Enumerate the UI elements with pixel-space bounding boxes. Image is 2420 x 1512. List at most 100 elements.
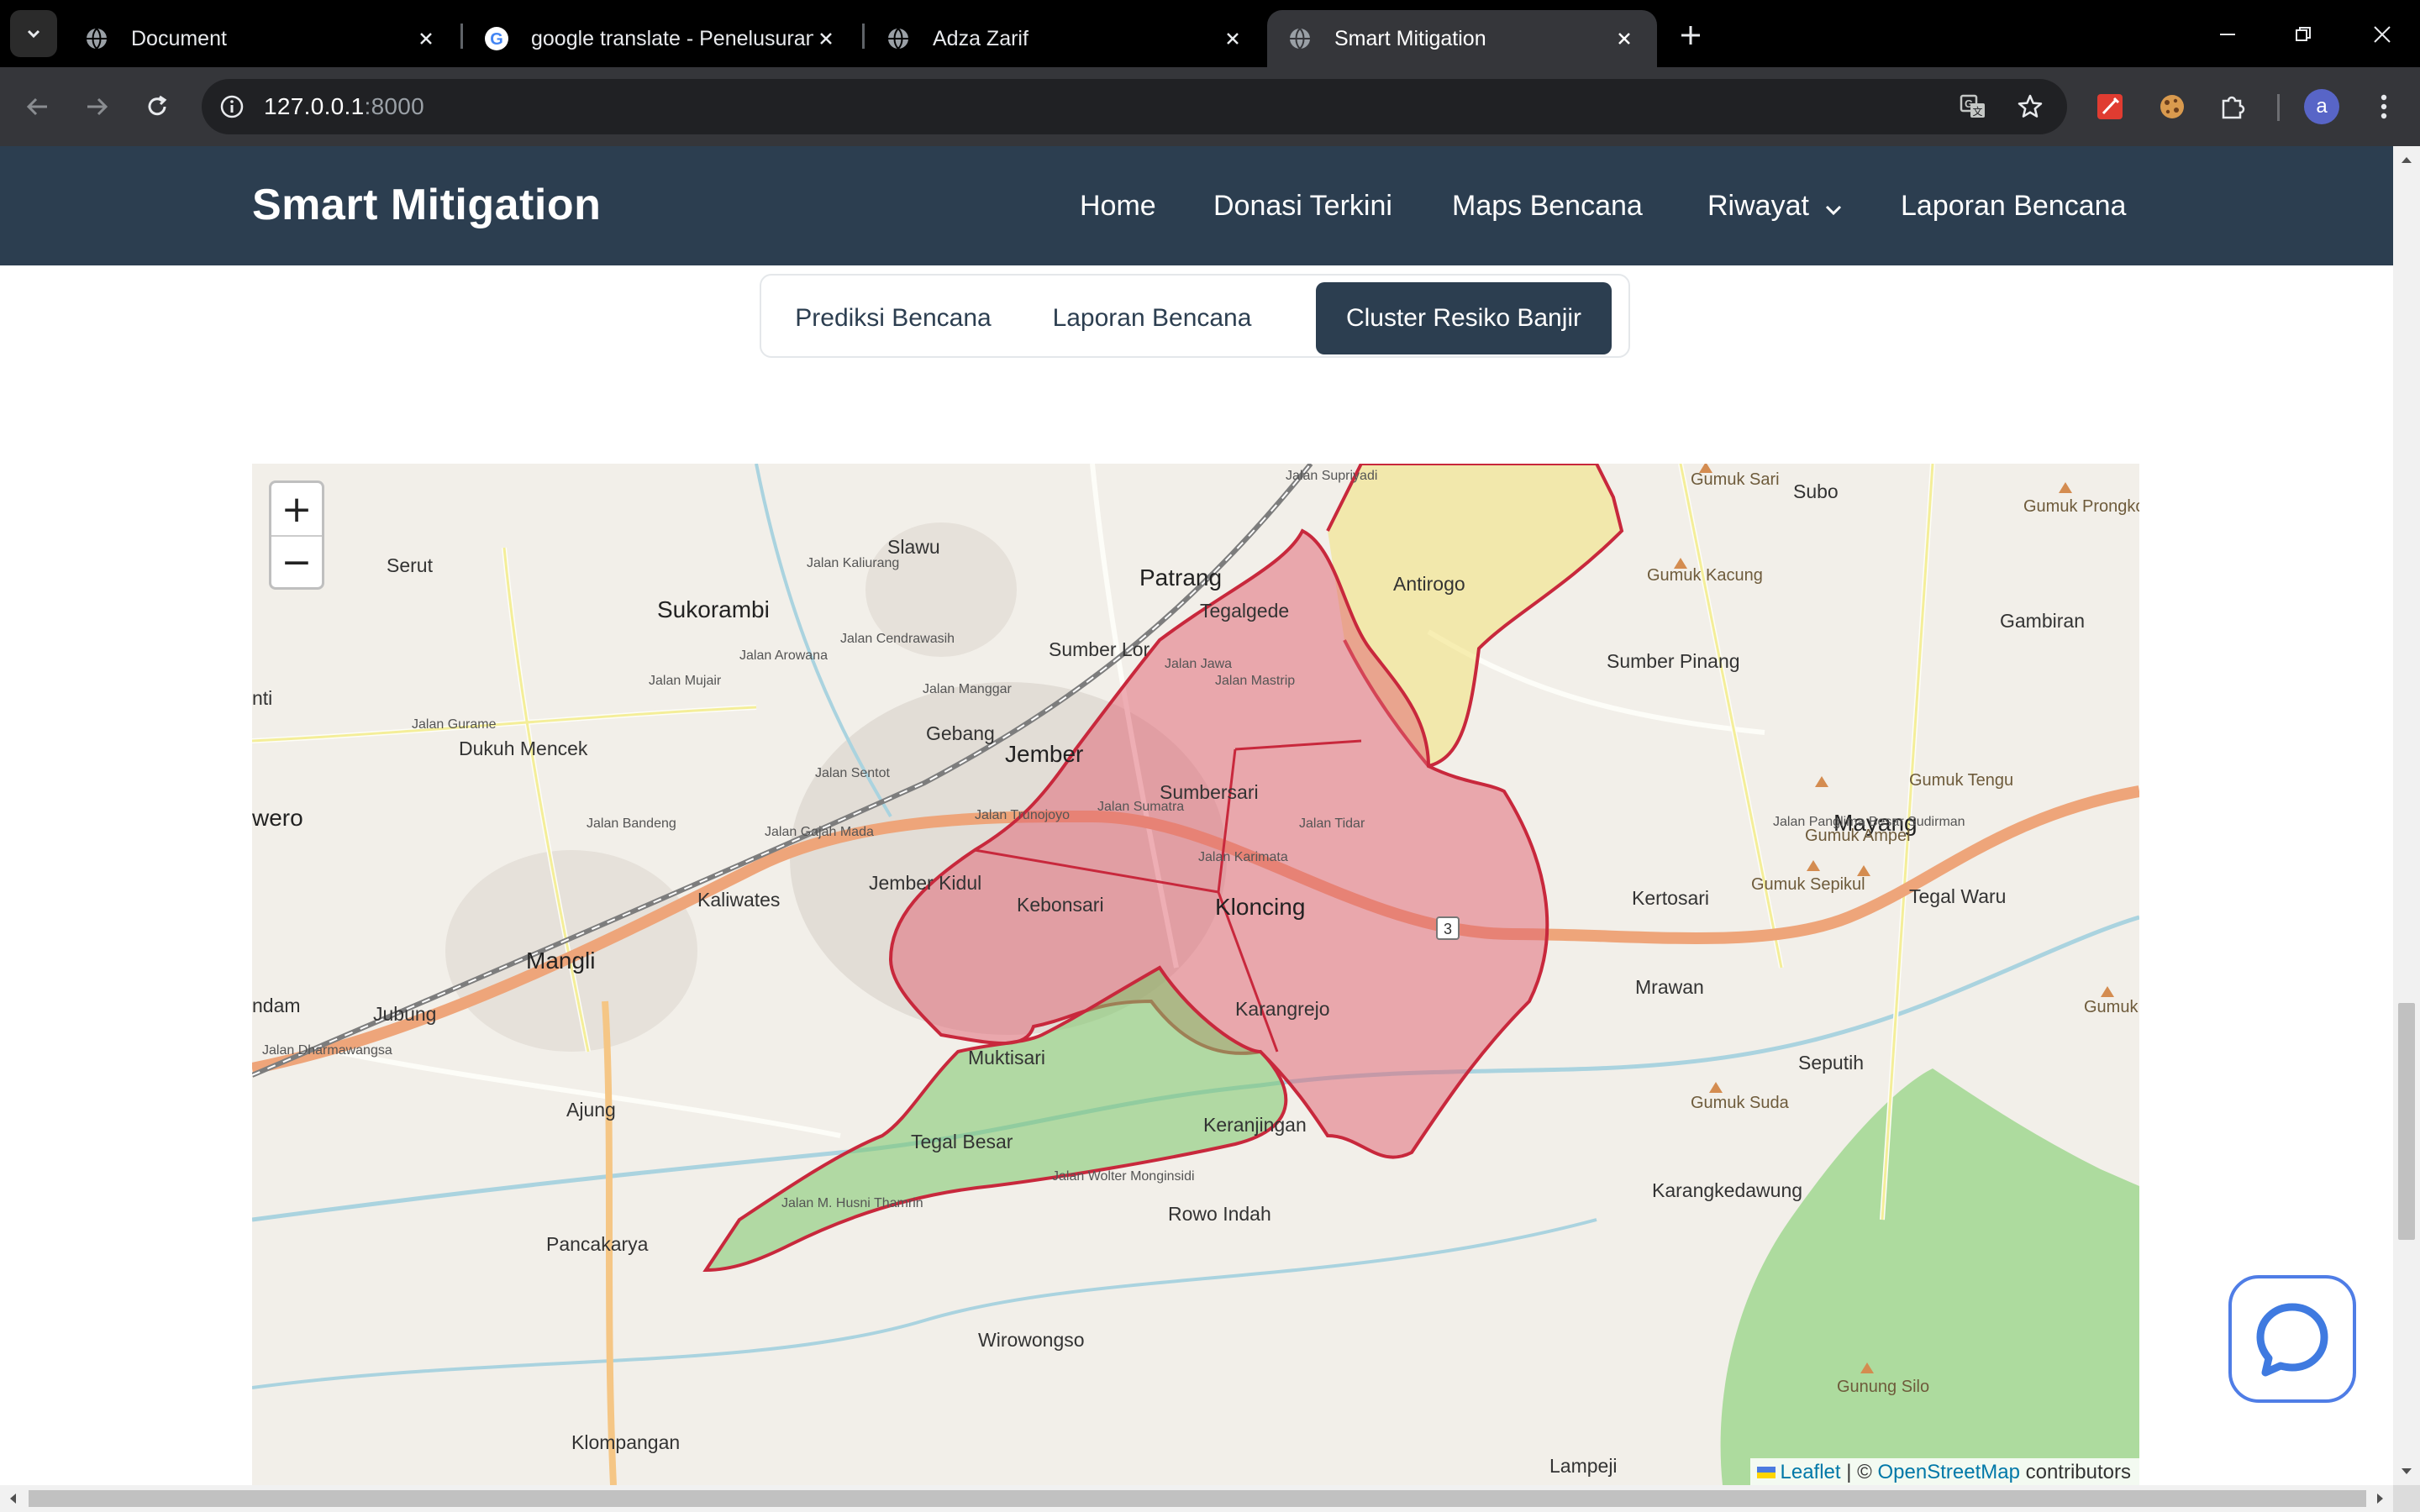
tab-laporan-bencana[interactable]: Laporan Bencana — [1018, 282, 1286, 354]
map-label-jubung: Jubung — [373, 1003, 437, 1025]
star-icon[interactable] — [2012, 88, 2049, 125]
road-label: Jalan Gajah Mada — [765, 825, 874, 839]
zoom-in-button[interactable]: + — [271, 483, 322, 535]
road-label: Jalan Panglima Besar Sudirman — [1773, 815, 1965, 829]
tab-title: Smart Mitigation — [1334, 26, 1486, 50]
reload-button[interactable] — [136, 86, 178, 128]
flood-risk-map[interactable]: 3 Serut Slawu Patrang Tegalgede Antirogo… — [252, 464, 2139, 1485]
toolbar-divider — [2277, 94, 2280, 121]
map-label-gambiran: Gambiran — [2000, 610, 2085, 632]
minimize-button[interactable] — [2208, 15, 2247, 54]
road-label: Jalan Dharmawangsa — [262, 1043, 392, 1058]
tab-google-translate[interactable]: G google translate - Penelusuran Google — [464, 10, 859, 67]
map-label-dukuh-mencek: Dukuh Mencek — [459, 738, 588, 759]
tab-prediksi-bencana[interactable]: Prediksi Bencana — [771, 282, 1015, 354]
tab-title: Document — [131, 26, 227, 50]
map-label-subo: Subo — [1793, 480, 1839, 502]
svg-text:文: 文 — [1972, 105, 1982, 118]
plus-icon — [1681, 26, 1700, 45]
road-label: Jalan Trunojoyo — [975, 808, 1070, 822]
tab-divider — [862, 24, 865, 49]
map-label-tegalgede: Tegalgede — [1200, 600, 1290, 622]
profile-avatar[interactable]: a — [2304, 89, 2339, 124]
scroll-right-arrow-icon[interactable] — [2370, 1485, 2390, 1512]
close-window-button[interactable] — [2363, 15, 2402, 54]
nav-riwayat[interactable]: Riwayat — [1707, 190, 1843, 224]
site-header: Smart Mitigation Home Donasi Terkini Map… — [0, 146, 2393, 265]
horizontal-scroll-thumb[interactable] — [29, 1490, 2366, 1507]
tab-cluster-resiko-banjir[interactable]: Cluster Resiko Banjir — [1316, 282, 1612, 354]
translate-icon[interactable]: G文 — [1954, 88, 1991, 125]
scrollbar-corner — [2393, 1485, 2420, 1512]
map-label-gumuk-prongkol: Gumuk Prongkol — [2023, 497, 2139, 516]
route-shield: 3 — [1444, 921, 1452, 937]
site-brand[interactable]: Smart Mitigation — [252, 180, 601, 230]
reload-icon — [148, 95, 167, 116]
cluster-tab-group: Prediksi Bencana Laporan Bencana Cluster… — [760, 274, 1630, 358]
back-button[interactable] — [17, 86, 59, 128]
restore-button[interactable] — [2284, 15, 2323, 54]
road-label: Jalan Sentot — [815, 766, 890, 780]
close-icon[interactable] — [1220, 26, 1245, 51]
map-label-wirowongso: Wirowongso — [978, 1329, 1085, 1351]
nav-home[interactable]: Home — [1080, 190, 1156, 223]
map-label-mrawan: Mrawan — [1635, 976, 1704, 998]
tab-divider — [460, 24, 463, 49]
attribution-tail: contributors — [2019, 1461, 2131, 1483]
road-label: Jalan Gurame — [412, 717, 497, 732]
new-tab-button[interactable] — [1672, 17, 1709, 54]
chevron-down-icon — [1824, 192, 1843, 224]
map-label-karangkedawung: Karangkedawung — [1652, 1179, 1803, 1201]
extensions-puzzle-icon[interactable] — [2212, 86, 2254, 128]
chevron-down-icon — [27, 29, 40, 39]
tab-adza-zarif[interactable]: Adza Zarif — [865, 10, 1265, 67]
tab-search-button[interactable] — [10, 10, 57, 57]
map-label-gumuk-tengu: Gumuk Tengu — [1909, 771, 2014, 790]
site-info-icon[interactable] — [213, 88, 250, 125]
map-label-tegal-waru: Tegal Waru — [1909, 885, 2007, 907]
road-label: Jalan Arowana — [739, 648, 828, 663]
kebab-menu-icon[interactable] — [2363, 86, 2405, 128]
horizontal-scrollbar[interactable] — [0, 1485, 2393, 1512]
close-icon[interactable] — [413, 26, 439, 51]
map-label-slawu: Slawu — [887, 536, 940, 558]
chat-widget-button[interactable] — [2228, 1275, 2356, 1403]
vertical-scrollbar[interactable] — [2393, 146, 2420, 1485]
map-label-gunung-silo: Gunung Silo — [1837, 1378, 1930, 1396]
tab-document[interactable]: Document — [64, 10, 459, 67]
tab-smart-mitigation[interactable]: Smart Mitigation — [1267, 10, 1657, 67]
map-label-jember-kidul-east: Jember Kidul — [869, 872, 982, 894]
arrow-right-icon — [87, 97, 108, 116]
leaflet-link[interactable]: Leaflet — [1781, 1461, 1841, 1483]
scroll-up-arrow-icon[interactable] — [2393, 150, 2420, 170]
road-label: Jalan Mujair — [649, 674, 722, 688]
address-bar[interactable]: 127.0.0.1:8000 G文 — [202, 79, 2067, 134]
map-label-antirogo: Antirogo — [1393, 573, 1465, 595]
map-label-klompangan: Klompangan — [571, 1431, 681, 1453]
zoom-out-button[interactable]: − — [271, 535, 322, 587]
nav-donasi-terkini[interactable]: Donasi Terkini — [1213, 190, 1392, 223]
nav-laporan-bencana[interactable]: Laporan Bencana — [1901, 190, 2126, 223]
openstreetmap-link[interactable]: OpenStreetMap — [1878, 1461, 2020, 1483]
nav-maps-bencana[interactable]: Maps Bencana — [1452, 190, 1643, 223]
map-label-ndam: ndam — [252, 995, 301, 1016]
map-label-kertosari: Kertosari — [1632, 887, 1710, 909]
map-label-seputih: Seputih — [1798, 1052, 1865, 1074]
extension-pen-icon[interactable] — [2089, 86, 2131, 128]
map-label-sumber-pinang: Sumber Pinang — [1607, 650, 1740, 672]
google-icon: G — [484, 26, 509, 51]
map-label-gumuk-ompul: Gumuk Ompul — [2084, 998, 2139, 1016]
map-label-keranjingan: Keranjingan — [1203, 1114, 1307, 1136]
scroll-left-arrow-icon[interactable] — [3, 1485, 24, 1512]
road-label: Jalan Manggar — [923, 682, 1012, 696]
cookie-icon[interactable] — [2151, 86, 2193, 128]
map-label-rowo-indah: Rowo Indah — [1168, 1203, 1271, 1225]
scroll-down-arrow-icon[interactable] — [2393, 1462, 2420, 1482]
close-icon[interactable] — [1612, 26, 1637, 51]
chat-bubble-icon — [2256, 1303, 2328, 1377]
vertical-scroll-thumb[interactable] — [2398, 1003, 2415, 1240]
forward-button[interactable] — [76, 86, 118, 128]
map-label-pancakarya: Pancakarya — [546, 1233, 649, 1255]
map-label-lampeji: Lampeji — [1549, 1455, 1618, 1477]
close-icon[interactable] — [813, 26, 839, 51]
